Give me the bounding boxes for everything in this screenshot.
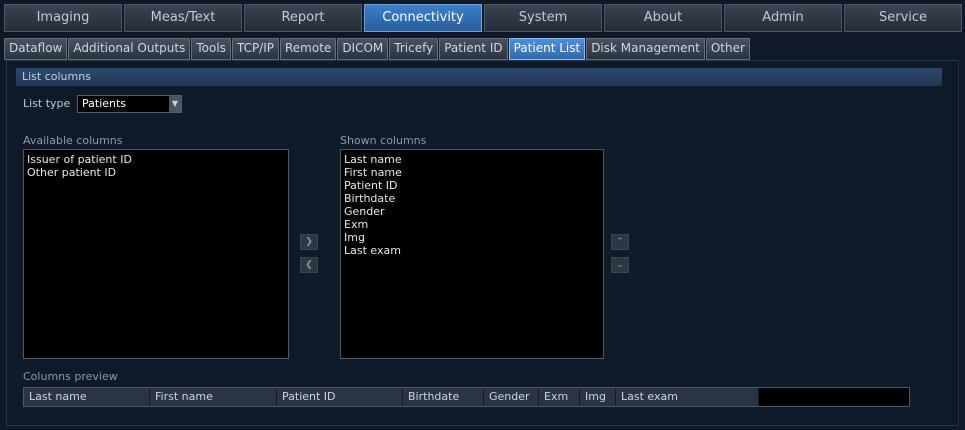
section-header: List columns xyxy=(16,68,942,86)
list-type-value: Patients xyxy=(82,97,127,110)
preview-column: Last exam xyxy=(616,388,759,406)
tab-imaging[interactable]: Imaging xyxy=(4,4,122,32)
subtab-dicom[interactable]: DICOM xyxy=(337,38,389,60)
tab-about[interactable]: About xyxy=(604,4,722,32)
list-item[interactable]: Last name xyxy=(344,153,600,166)
preview-column: Img xyxy=(580,388,616,406)
shown-columns-list[interactable]: Last name First name Patient ID Birthdat… xyxy=(340,149,604,359)
chevron-up-icon[interactable]: ⌃ xyxy=(611,234,629,250)
sub-tab-bar: Dataflow Additional Outputs Tools TCP/IP… xyxy=(4,38,750,60)
tab-service[interactable]: Service xyxy=(844,4,962,32)
chevron-left-icon[interactable]: ❮ xyxy=(300,257,318,273)
columns-preview-label: Columns preview xyxy=(23,370,118,383)
subtab-other[interactable]: Other xyxy=(705,38,750,60)
list-item[interactable]: Gender xyxy=(344,205,600,218)
preview-column: Exm xyxy=(539,388,580,406)
available-columns-list[interactable]: Issuer of patient ID Other patient ID xyxy=(23,149,289,359)
available-columns-label: Available columns xyxy=(23,134,123,147)
tab-system[interactable]: System xyxy=(484,4,602,32)
subtab-remote[interactable]: Remote xyxy=(280,38,337,60)
list-item[interactable]: Issuer of patient ID xyxy=(27,153,285,166)
columns-preview-bar: Last name First name Patient ID Birthdat… xyxy=(23,387,910,407)
list-item[interactable]: Exm xyxy=(344,218,600,231)
preview-column: Birthdate xyxy=(403,388,484,406)
tab-meas-text[interactable]: Meas/Text xyxy=(124,4,242,32)
shown-columns-label: Shown columns xyxy=(340,134,427,147)
list-item[interactable]: Img xyxy=(344,231,600,244)
list-item[interactable]: First name xyxy=(344,166,600,179)
preview-column: Patient ID xyxy=(277,388,403,406)
tab-admin[interactable]: Admin xyxy=(724,4,842,32)
preview-column: Gender xyxy=(484,388,539,406)
subtab-disk-management[interactable]: Disk Management xyxy=(586,38,705,60)
list-type-label: List type xyxy=(23,97,71,110)
preview-column: Last name xyxy=(24,388,150,406)
list-type-dropdown[interactable]: Patients ▼ xyxy=(77,95,182,113)
list-item[interactable]: Birthdate xyxy=(344,192,600,205)
subtab-additional-outputs[interactable]: Additional Outputs xyxy=(68,38,191,60)
top-tab-bar: Imaging Meas/Text Report Connectivity Sy… xyxy=(4,4,962,32)
list-item[interactable]: Other patient ID xyxy=(27,166,285,179)
preview-empty-area xyxy=(759,388,909,406)
subtab-patient-list[interactable]: Patient List xyxy=(508,38,586,60)
tab-connectivity[interactable]: Connectivity xyxy=(364,4,482,32)
tab-report[interactable]: Report xyxy=(244,4,362,32)
subtab-tricefy[interactable]: Tricefy xyxy=(389,38,439,60)
subtab-dataflow[interactable]: Dataflow xyxy=(4,38,68,60)
subtab-tcp-ip[interactable]: TCP/IP xyxy=(231,38,279,60)
preview-column: First name xyxy=(150,388,277,406)
subtab-patient-id[interactable]: Patient ID xyxy=(439,38,508,60)
chevron-down-icon[interactable]: ▼ xyxy=(169,96,181,112)
chevron-right-icon[interactable]: ❯ xyxy=(300,234,318,250)
chevron-down-icon[interactable]: ⌄ xyxy=(611,257,629,273)
list-item[interactable]: Patient ID xyxy=(344,179,600,192)
list-item[interactable]: Last exam xyxy=(344,244,600,257)
subtab-tools[interactable]: Tools xyxy=(191,38,231,60)
